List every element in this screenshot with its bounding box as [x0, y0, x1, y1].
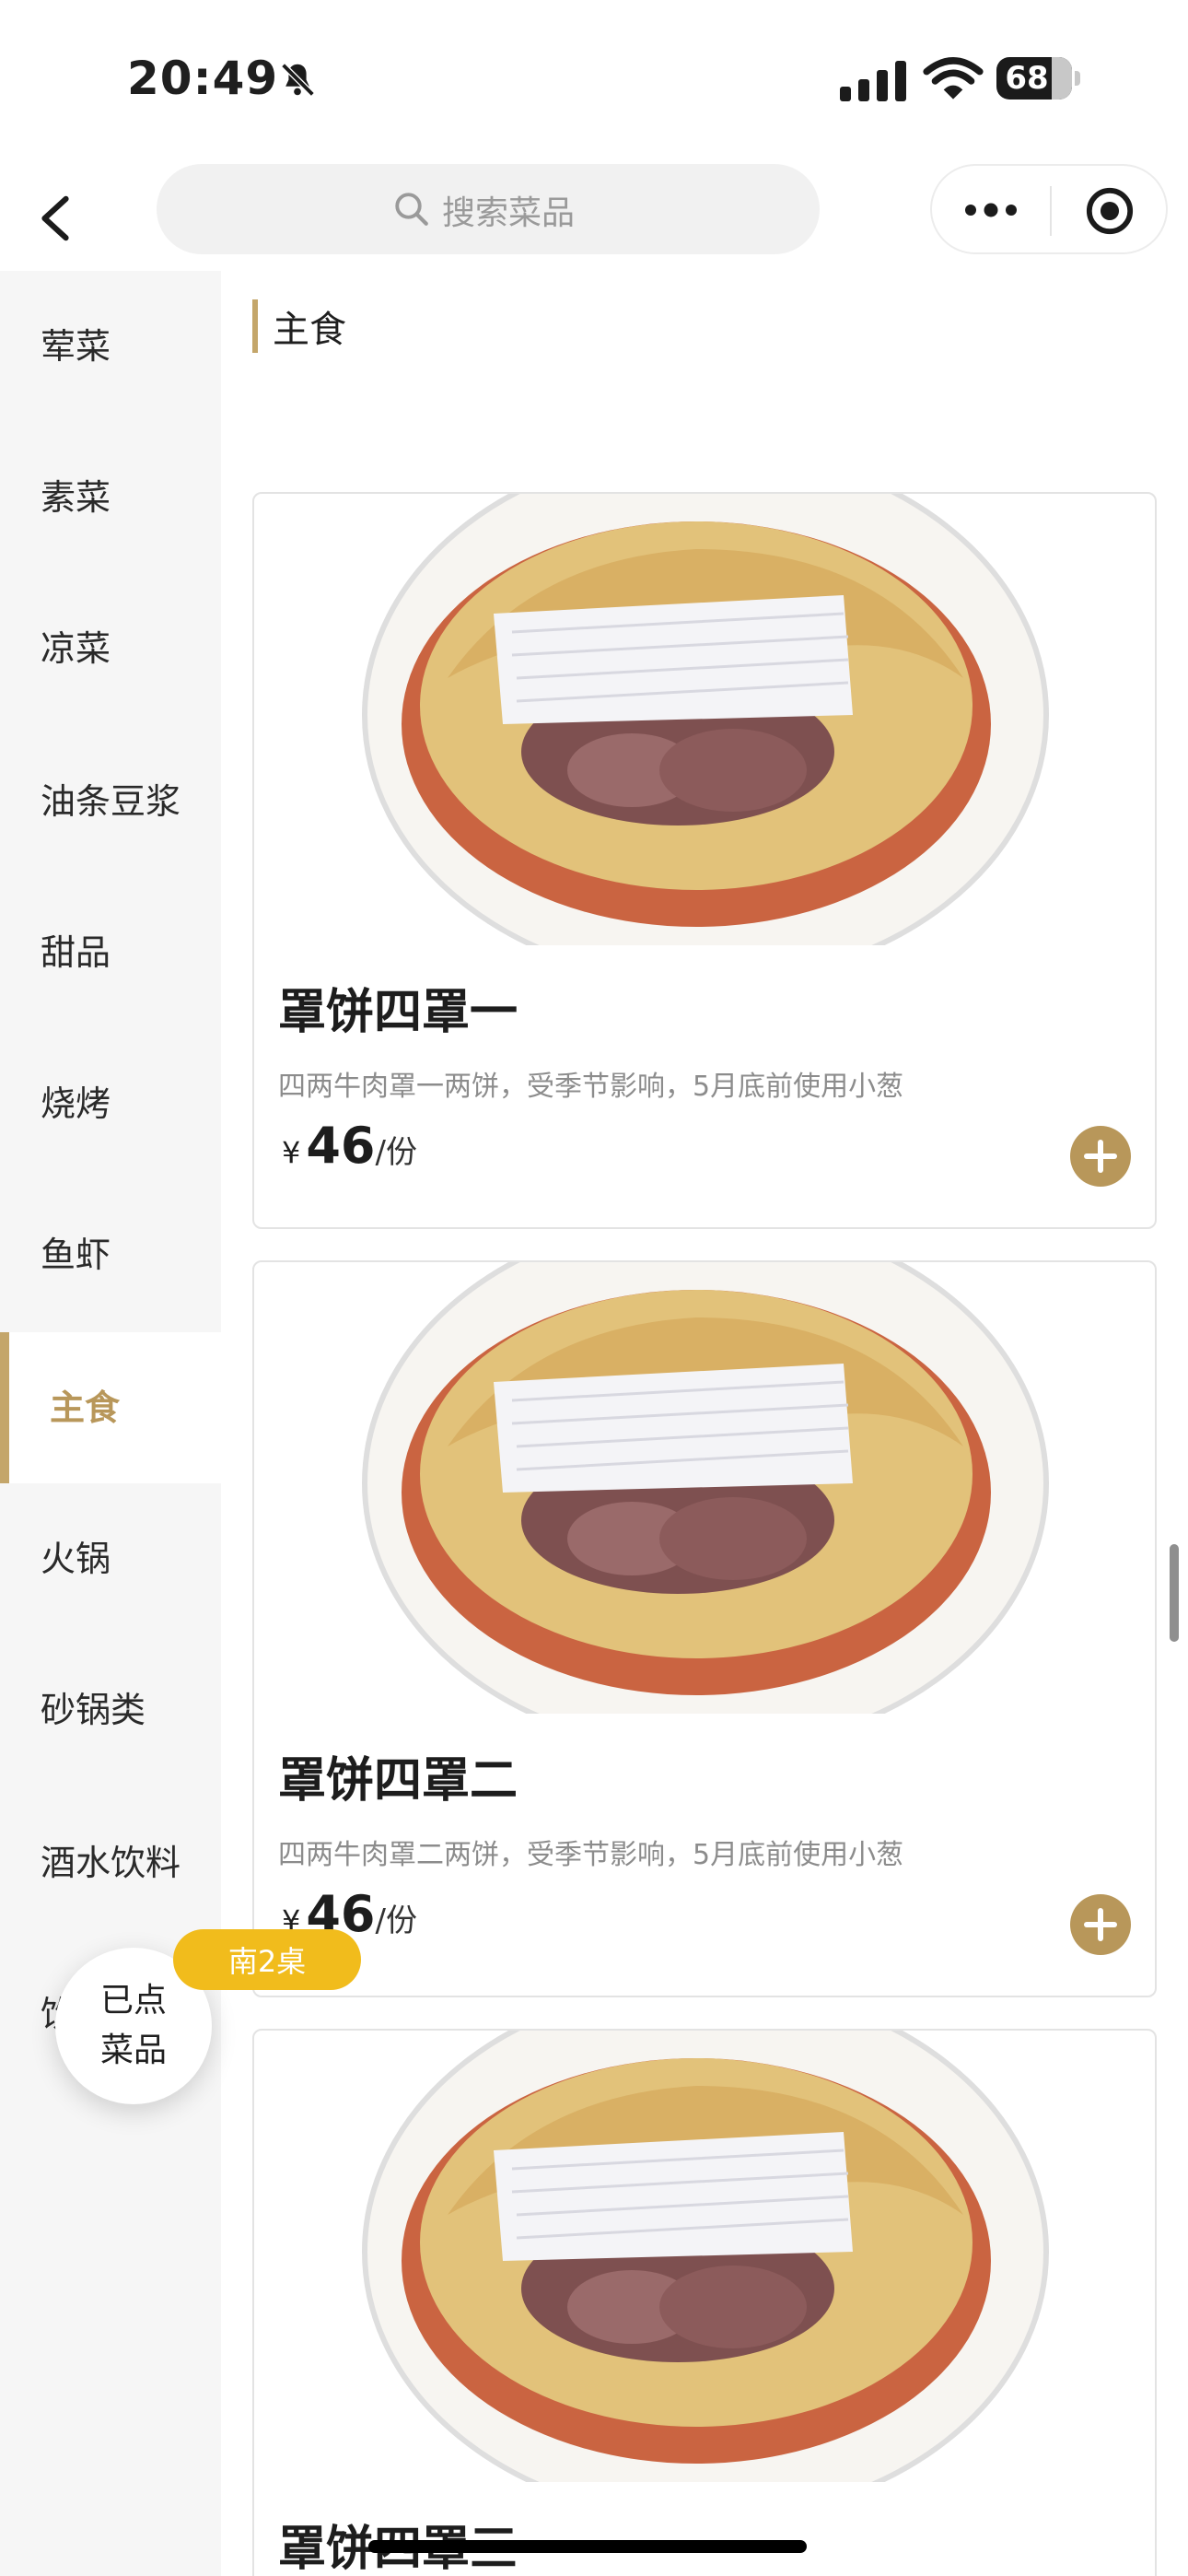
sidebar-item-label: 荤菜: [41, 326, 111, 367]
sidebar-item-meat[interactable]: 荤菜: [0, 271, 221, 422]
dish-name: 罩饼四罩一: [278, 985, 518, 1040]
section-header-bg: [221, 271, 1188, 380]
dish-card[interactable]: 罩饼四罩三: [252, 2029, 1157, 2576]
scrollbar-thumb[interactable]: [1170, 1544, 1179, 1642]
ordered-label-line1: 已点: [99, 1982, 167, 2020]
search-bar[interactable]: 搜索菜品: [157, 164, 820, 254]
battery-icon: 68: [996, 57, 1081, 103]
status-bar: 20:49 68: [0, 0, 1188, 157]
capsule-divider: [1050, 186, 1052, 236]
dish-description: 四两牛肉罩二两饼，受季节影响，5月底前使用小葱: [278, 1839, 904, 1871]
battery-level: 68: [1005, 60, 1049, 97]
sidebar-item-hotpot[interactable]: 火锅: [0, 1483, 221, 1634]
sidebar-item-fried-dough-soymilk[interactable]: 油条豆浆: [0, 726, 221, 877]
price-unit: /份: [375, 1134, 417, 1171]
dish-card[interactable]: 罩饼四罩二 四两牛肉罩二两饼，受季节影响，5月底前使用小葱 ¥ 46 /份: [252, 1260, 1157, 1997]
dish-name: 罩饼四罩二: [278, 1753, 518, 1809]
sidebar-item-casserole[interactable]: 砂锅类: [0, 1634, 221, 1786]
section-title: 主食: [273, 309, 346, 351]
status-time: 20:49: [127, 52, 279, 105]
category-sidebar: 荤菜 素菜 凉菜 油条豆浆 甜品 烧烤 鱼虾 主食 火锅 砂锅类 酒水饮料 饮: [0, 271, 221, 2576]
sidebar-item-label: 油条豆浆: [41, 781, 181, 822]
search-icon: [395, 193, 428, 226]
add-to-cart-button[interactable]: [1070, 1126, 1131, 1187]
more-dots-icon[interactable]: [963, 201, 1019, 219]
dish-list: ¥ 36 /份 主食 罩饼四罩一 四两牛肉罩一两饼，受季节影响，5月底前使用小葱…: [221, 271, 1188, 2576]
table-number-badge: 南2桌: [173, 1929, 361, 1990]
section-accent-bar: [252, 299, 258, 353]
dish-photo: [362, 1262, 1049, 1714]
sidebar-item-label: 甜品: [41, 932, 111, 973]
dish-description: 四两牛肉罩一两饼，受季节影响，5月底前使用小葱: [278, 1071, 904, 1103]
sidebar-item-staple-active[interactable]: 主食: [0, 1332, 221, 1483]
section-header: 主食: [252, 299, 346, 354]
home-indicator[interactable]: [368, 2540, 807, 2553]
add-to-cart-button[interactable]: [1070, 1894, 1131, 1955]
ordered-label: 已点 菜品: [100, 1976, 167, 2076]
sidebar-item-dessert[interactable]: 甜品: [0, 877, 221, 1028]
wifi-icon: [923, 57, 984, 100]
sidebar-item-label: 主食: [50, 1388, 121, 1428]
sidebar-item-label: 素菜: [41, 477, 111, 518]
ordered-label-line2: 菜品: [99, 2032, 167, 2069]
dish-photo: [362, 2031, 1049, 2482]
search-placeholder: 搜索菜品: [442, 194, 576, 232]
dish-photo: [362, 494, 1049, 945]
dish-card[interactable]: 罩饼四罩一 四两牛肉罩一两饼，受季节影响，5月底前使用小葱 ¥ 46 /份: [252, 492, 1157, 1229]
sidebar-item-label: 鱼虾: [41, 1235, 111, 1275]
close-target-icon[interactable]: [1085, 186, 1135, 236]
sidebar-item-drinks[interactable]: 酒水饮料: [0, 1787, 221, 1938]
sidebar-item-label: 酒水饮料: [41, 1843, 181, 1883]
dish-price: ¥ 46 /份: [282, 1117, 417, 1175]
currency-symbol: ¥: [282, 1135, 301, 1170]
sidebar-item-bbq[interactable]: 烧烤: [0, 1028, 221, 1179]
section-header-gap: [252, 380, 1157, 387]
sidebar-item-fish-shrimp[interactable]: 鱼虾: [0, 1179, 221, 1330]
back-chevron-icon[interactable]: [37, 195, 74, 241]
sidebar-item-cold-dish[interactable]: 凉菜: [0, 573, 221, 724]
cellular-signal-icon: [840, 61, 906, 101]
price-value: 46: [306, 1117, 376, 1175]
bell-muted-icon: [281, 63, 315, 97]
sidebar-item-label: 凉菜: [41, 628, 111, 669]
mini-program-capsule: [930, 164, 1168, 254]
sidebar-item-label: 砂锅类: [41, 1690, 146, 1730]
sidebar-item-label: 火锅: [41, 1539, 111, 1579]
sidebar-item-vegetable[interactable]: 素菜: [0, 422, 221, 573]
sidebar-item-label: 烧烤: [41, 1083, 111, 1124]
price-unit: /份: [375, 1903, 417, 1939]
